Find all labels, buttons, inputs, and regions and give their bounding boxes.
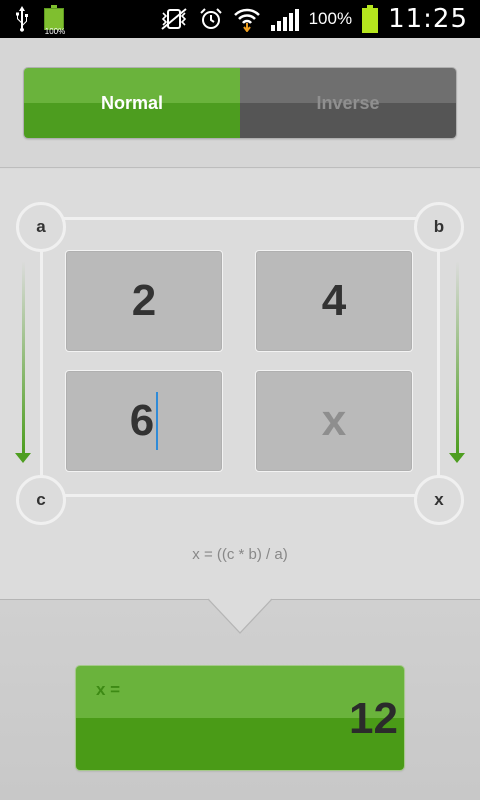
clock: 11:25 (388, 4, 468, 34)
usb-icon (16, 6, 28, 32)
result-value: 12 (349, 694, 398, 743)
battery-icon: 100% (44, 5, 65, 36)
input-b-value: 4 (321, 276, 347, 325)
signal-icon (270, 7, 299, 31)
text-cursor (156, 392, 159, 450)
wifi-icon (233, 8, 260, 32)
result-area: x = 12 (0, 598, 480, 800)
formula-text: x = ((c * b) / a) (192, 546, 288, 563)
proportion-area: a b c x 2 4 6 x x = ((c * b) / a) (0, 169, 480, 599)
right-arrow-line (456, 261, 459, 453)
status-bar: 100% 100% 11:25 (0, 0, 480, 38)
normal-mode-button[interactable]: Normal (24, 68, 240, 138)
vibrate-icon (160, 8, 187, 30)
unknown-x-cell: x (255, 370, 413, 472)
input-a[interactable]: 2 (65, 250, 223, 352)
inverse-mode-button[interactable]: Inverse (240, 68, 456, 138)
left-arrow-line (22, 261, 25, 453)
status-bar-left: 100% (14, 4, 65, 36)
result-label: x = (96, 680, 121, 699)
mode-toggle-area: Normal Inverse (0, 38, 480, 168)
unknown-x-placeholder: x (321, 396, 347, 445)
input-b[interactable]: 4 (255, 250, 413, 352)
corner-label-a: a (16, 202, 66, 252)
battery-full-icon (362, 5, 379, 33)
battery-percent: 100% (308, 9, 353, 28)
input-c[interactable]: 6 (65, 370, 223, 472)
corner-label-x: x (414, 475, 464, 525)
alarm-icon (199, 8, 222, 29)
battery-small-label: 100% (44, 27, 66, 36)
pointer-notch (208, 598, 272, 634)
right-arrow-down-icon (449, 453, 465, 463)
mode-toggle: Normal Inverse (24, 68, 456, 138)
status-bar-right: 100% 11:25 (159, 4, 468, 34)
corner-label-b: b (414, 202, 464, 252)
result-box: x = 12 (76, 666, 404, 770)
input-c-value: 6 (129, 396, 155, 445)
corner-label-c: c (16, 475, 66, 525)
input-a-value: 2 (131, 276, 157, 325)
left-arrow-down-icon (15, 453, 31, 463)
